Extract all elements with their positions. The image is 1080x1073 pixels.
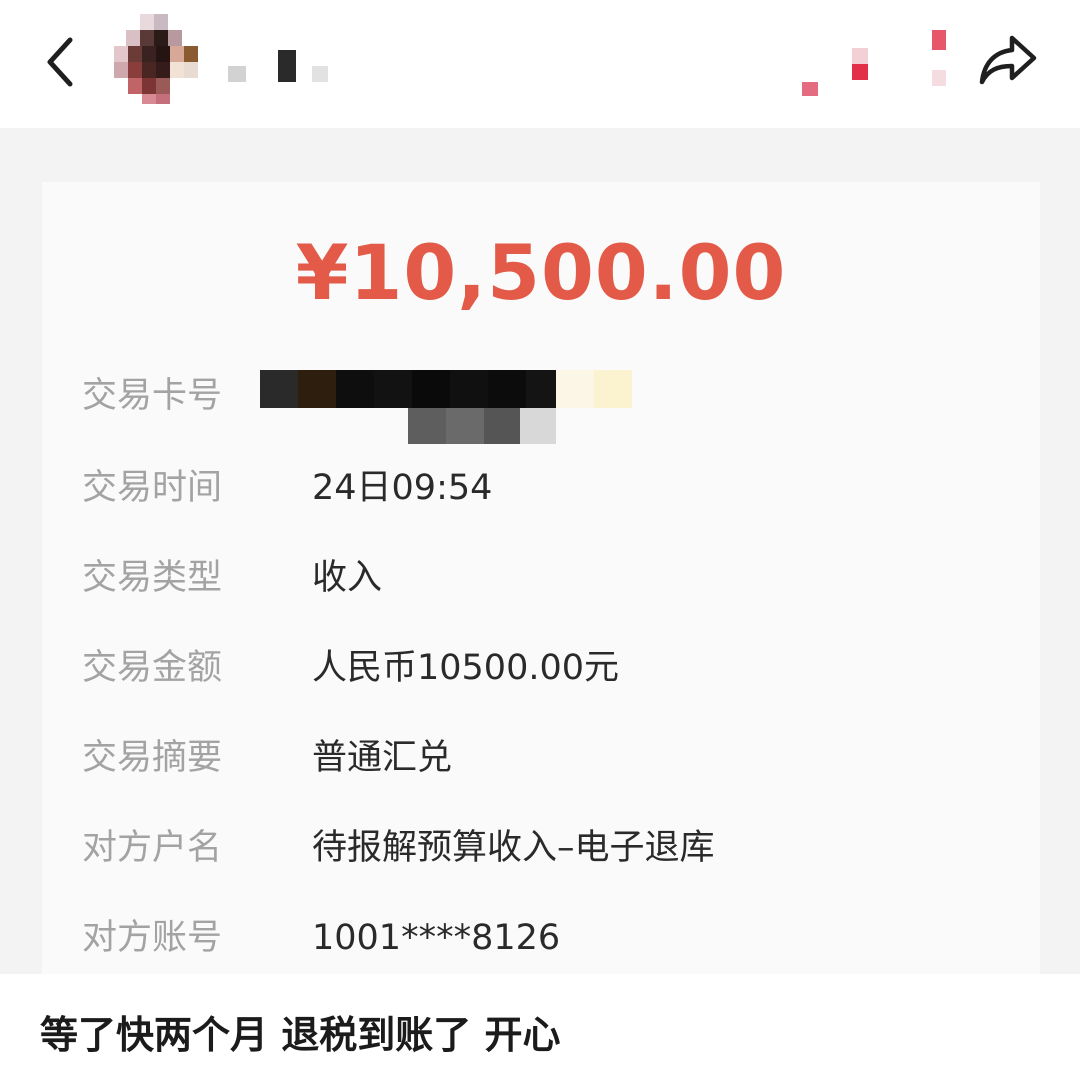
row-value: 1001****8126	[312, 918, 561, 958]
row-label: 交易摘要	[82, 738, 223, 778]
post-caption: 等了快两个月 退税到账了 开心	[40, 1013, 561, 1057]
share-arrow-icon	[979, 35, 1037, 85]
row-value: 普通汇兑	[312, 738, 453, 778]
top-bar	[0, 0, 1080, 128]
row-value: 收入	[312, 558, 383, 598]
chevron-left-icon	[47, 37, 73, 87]
post-image[interactable]: ¥10,500.00 交易卡号 交易时间 24日09:54 交易类型 收入 交易…	[0, 128, 1080, 974]
username[interactable]	[228, 48, 348, 84]
back-button[interactable]	[38, 34, 86, 90]
row-label: 交易金额	[82, 648, 223, 688]
row-value: 待报解预算收入–电子退库	[312, 828, 715, 868]
row-label: 对方账号	[82, 918, 223, 958]
card-number-redacted	[260, 370, 632, 446]
avatar[interactable]	[114, 14, 198, 104]
share-button[interactable]	[974, 30, 1040, 90]
row-value: 人民币10500.00元	[312, 648, 620, 688]
transaction-receipt: ¥10,500.00 交易卡号 交易时间 24日09:54 交易类型 收入 交易…	[42, 182, 1040, 974]
row-value: 24日09:54	[312, 468, 493, 508]
row-label: 对方户名	[82, 828, 223, 868]
row-label: 交易类型	[82, 558, 223, 598]
follow-button[interactable]	[790, 26, 950, 98]
amount: ¥10,500.00	[295, 228, 787, 317]
row-label: 交易时间	[82, 468, 223, 508]
